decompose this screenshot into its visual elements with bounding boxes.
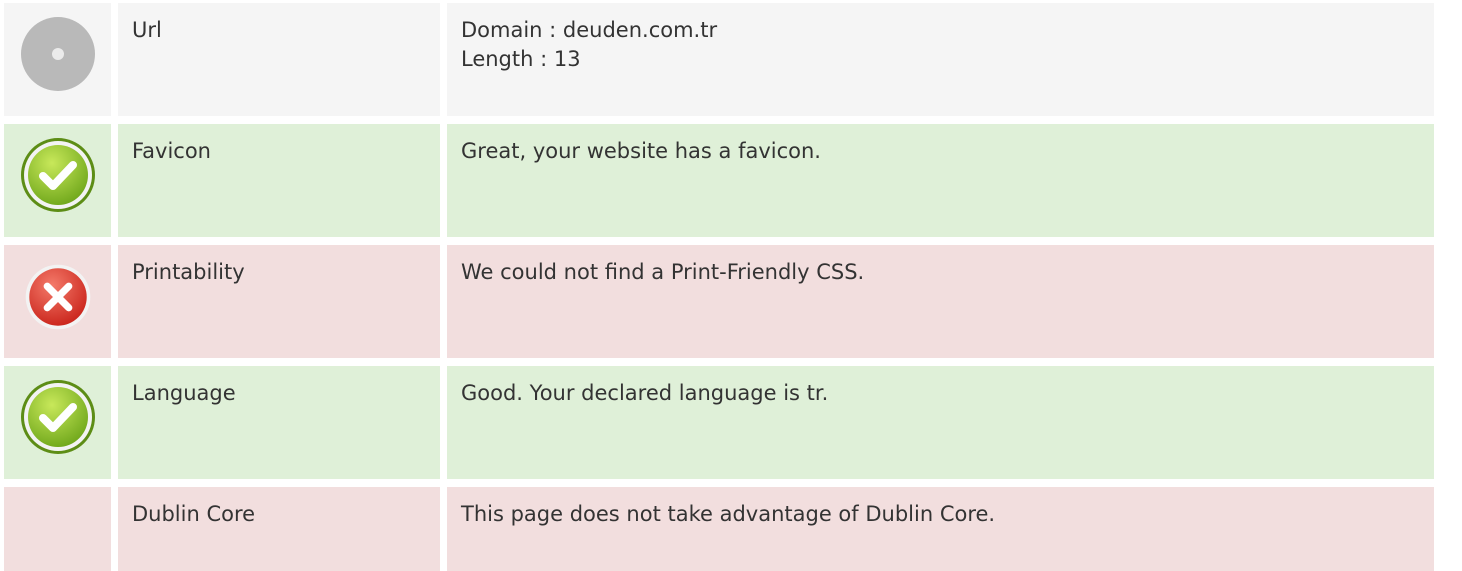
check-value: Domain : deuden.com.tr Length : 13: [447, 3, 1434, 116]
domain-line: Domain : deuden.com.tr: [461, 18, 718, 42]
check-row-language: Language Good. Your declared language is…: [4, 366, 1434, 479]
status-icon-cell: [4, 124, 111, 237]
check-message: We could not find a Print-Friendly CSS.: [461, 260, 865, 284]
check-value: This page does not take advantage of Dub…: [447, 487, 1434, 571]
check-value: Good. Your declared language is tr.: [447, 366, 1434, 479]
check-icon: [20, 380, 95, 454]
status-icon-cell: [4, 366, 111, 479]
check-value: Great, your website has a favicon.: [447, 124, 1434, 237]
length-line: Length : 13: [461, 47, 581, 71]
status-icon-cell: [4, 487, 111, 571]
check-value: We could not find a Print-Friendly CSS.: [447, 245, 1434, 358]
check-row-favicon: Favicon Great, your website has a favico…: [4, 124, 1434, 237]
cross-icon: [25, 264, 90, 330]
check-row-printability: Printability We could not find a Print-F…: [4, 245, 1434, 358]
seo-checks-table: Url Domain : deuden.com.tr Length : 13 F…: [4, 3, 1434, 571]
check-label: Language: [118, 366, 440, 479]
check-message: Great, your website has a favicon.: [461, 139, 821, 163]
check-label: Printability: [118, 245, 440, 358]
info-circle-icon: [20, 17, 95, 91]
check-icon: [20, 138, 95, 212]
status-icon-cell: [4, 245, 111, 358]
check-message: This page does not take advantage of Dub…: [461, 502, 996, 526]
check-row-url: Url Domain : deuden.com.tr Length : 13: [4, 3, 1434, 116]
check-label: Favicon: [118, 124, 440, 237]
status-icon-cell: [4, 3, 111, 116]
check-label: Url: [118, 3, 440, 116]
check-label: Dublin Core: [118, 487, 440, 571]
check-row-dublin-core: Dublin Core This page does not take adva…: [4, 487, 1434, 571]
check-message: Good. Your declared language is tr.: [461, 381, 829, 405]
